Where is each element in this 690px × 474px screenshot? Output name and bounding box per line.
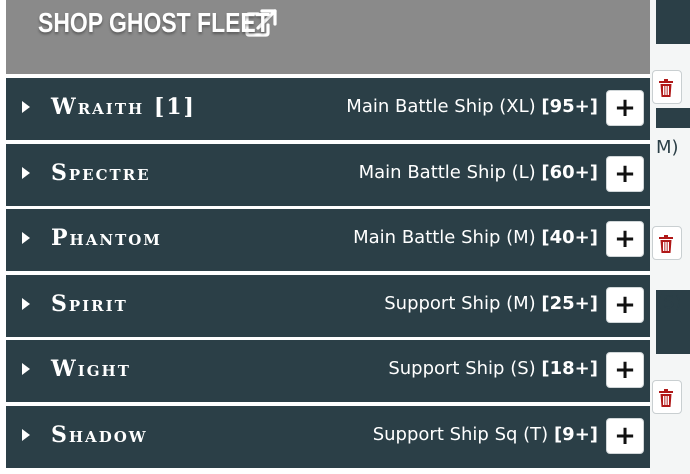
ship-class-info: Support Ship Sq (T) [9+] [373,424,598,445]
trash-icon [659,235,673,253]
ship-class-info: Main Battle Ship (M) [40+] [353,227,598,248]
ship-name: Shadow [51,421,148,448]
ship-list: Wraith [1] Main Battle Ship (XL) [95+] +… [6,78,650,472]
ship-row-phantom[interactable]: Phantom Main Battle Ship (M) [40+] + [6,209,650,272]
ship-points: [60+] [541,161,598,183]
ship-class: Support Ship Sq (T) [372,423,549,445]
plus-icon: + [614,224,636,255]
ship-points: [25+] [541,292,598,314]
background-delete-button[interactable] [652,70,682,104]
ship-row-shadow[interactable]: Shadow Support Ship Sq (T) [9+] + [6,405,650,468]
background-row [656,108,690,128]
ship-row-spectre[interactable]: Spectre Main Battle Ship (L) [60+] + [6,143,650,206]
ship-class-info: Support Ship (S) [18+] [388,358,598,379]
expand-caret-icon[interactable] [22,297,30,310]
plus-icon: + [614,289,636,320]
ship-name: Phantom [51,225,162,252]
background-delete-button[interactable] [652,226,682,260]
shop-modal: SHOP GHOST FLEET Wraith [1] Main Battle … [6,0,650,474]
ship-points: [40+] [541,227,598,249]
shop-ghost-fleet-link[interactable]: SHOP GHOST FLEET [38,4,278,42]
add-ship-button[interactable]: + [606,286,644,323]
ship-name: Wraith [1] [51,94,196,120]
background-text: (S) [656,292,682,313]
ship-points: [95+] [541,96,598,117]
ship-name: Spirit [51,290,128,317]
background-row [656,0,690,44]
plus-icon: + [614,158,636,189]
plus-icon: + [614,355,636,386]
ship-class: Main Battle Ship (M) [353,227,536,249]
ship-name: Spectre [51,159,151,186]
expand-caret-icon[interactable] [22,363,30,376]
background-delete-button[interactable] [652,380,682,414]
plus-icon: + [614,420,636,451]
ship-class: Main Battle Ship (L) [358,161,536,183]
ship-class-info: Support Ship (M) [25+] [384,293,598,314]
ship-class-info: Main Battle Ship (L) [60+] [359,162,598,183]
modal-header: SHOP GHOST FLEET [6,0,650,74]
ship-class: Support Ship (S) [388,358,536,380]
ship-name: Wight [51,356,131,383]
add-ship-button[interactable]: + [606,90,644,126]
add-ship-button[interactable]: + [606,352,644,389]
ship-row-wight[interactable]: Wight Support Ship (S) [18+] + [6,340,650,403]
ship-class: Main Battle Ship (XL) [346,96,536,117]
expand-caret-icon[interactable] [22,101,30,113]
ship-points: [18+] [541,358,598,380]
ship-row-spirit[interactable]: Spirit Support Ship (M) [25+] + [6,274,650,337]
add-ship-button[interactable]: + [606,155,644,192]
expand-caret-icon[interactable] [22,166,30,179]
add-ship-button[interactable]: + [606,221,644,258]
ship-class-info: Main Battle Ship (XL) [95+] [346,96,598,117]
modal-title: SHOP GHOST FLEET [38,7,270,38]
ship-row-wraith[interactable]: Wraith [1] Main Battle Ship (XL) [95+] + [6,78,650,140]
trash-icon [659,79,673,97]
plus-icon: + [614,93,636,123]
ship-points: [9+] [553,423,598,445]
ship-class: Support Ship (M) [384,292,536,314]
trash-icon [659,389,673,407]
expand-caret-icon[interactable] [22,428,30,441]
expand-caret-icon[interactable] [22,232,30,245]
background-text: M) [656,137,679,158]
add-ship-button[interactable]: + [606,417,644,454]
